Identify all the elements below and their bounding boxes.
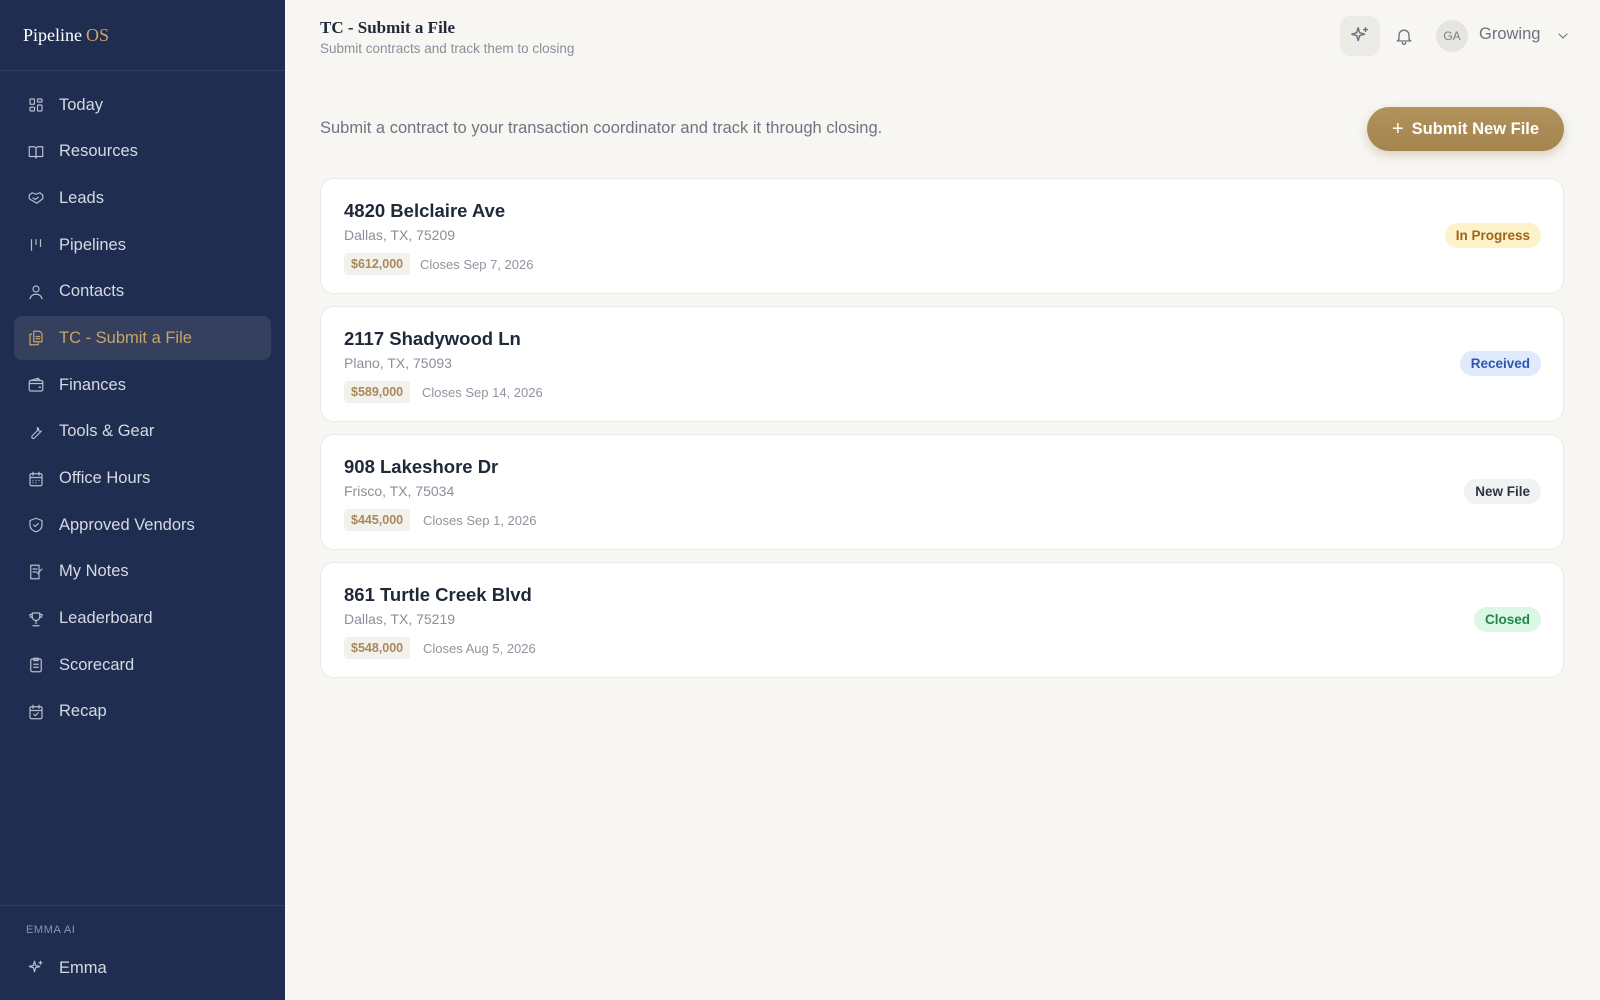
user-icon bbox=[27, 283, 45, 301]
sidebar-item-label: My Notes bbox=[59, 562, 129, 581]
file-card[interactable]: 908 Lakeshore Dr Frisco, TX, 75034 $445,… bbox=[320, 434, 1564, 550]
sidebar-item-recap[interactable]: Recap bbox=[14, 690, 271, 734]
book-icon bbox=[27, 143, 45, 161]
file-address: 4820 Belclaire Ave bbox=[344, 200, 506, 221]
sidebar-item-label: Contacts bbox=[59, 282, 125, 301]
submit-new-file-button[interactable]: + Submit New File bbox=[1367, 107, 1564, 151]
clipboard-icon bbox=[27, 656, 45, 674]
status-badge: New File bbox=[1464, 479, 1541, 504]
sidebar-item-tools-gear[interactable]: Tools & Gear bbox=[14, 410, 271, 454]
file-close-date: Closes Sep 1, 2026 bbox=[423, 513, 537, 528]
sidebar-item-today[interactable]: Today bbox=[14, 83, 271, 127]
sparkle-icon bbox=[27, 959, 45, 977]
sidebar-item-label: Emma bbox=[59, 958, 107, 977]
header-actions: GA Growing bbox=[1340, 16, 1600, 56]
file-city: Plano, TX, 75093 bbox=[344, 355, 452, 371]
file-city: Frisco, TX, 75034 bbox=[344, 483, 455, 499]
main-content: TC - Submit a File Submit contracts and … bbox=[285, 0, 1600, 1000]
brand-logo[interactable]: Pipeline OS bbox=[0, 0, 285, 71]
sidebar-item-label: Tools & Gear bbox=[59, 422, 155, 441]
page-header: TC - Submit a File Submit contracts and … bbox=[320, 18, 574, 56]
handshake-icon bbox=[27, 189, 45, 207]
ai-assistant-button[interactable] bbox=[1340, 16, 1380, 56]
sidebar-item-finances[interactable]: Finances bbox=[14, 363, 271, 407]
sidebar-item-contacts[interactable]: Contacts bbox=[14, 270, 271, 314]
bars-icon bbox=[27, 236, 45, 254]
intro-text: Submit a contract to your transaction co… bbox=[320, 119, 883, 137]
sidebar-item-label: Approved Vendors bbox=[59, 515, 195, 534]
sidebar-item-label: Leads bbox=[59, 188, 104, 207]
file-price: $548,000 bbox=[344, 637, 411, 659]
grid-icon bbox=[27, 96, 45, 114]
file-price: $445,000 bbox=[344, 509, 411, 531]
sidebar: Pipeline OS Today Resources Leads Pipeli… bbox=[0, 0, 285, 1000]
notifications-button[interactable] bbox=[1394, 26, 1414, 46]
sidebar-item-office-hours[interactable]: Office Hours bbox=[14, 457, 271, 501]
files-icon bbox=[27, 329, 45, 347]
user-menu-toggle[interactable] bbox=[1555, 28, 1571, 44]
sidebar-item-label: Resources bbox=[59, 142, 138, 161]
sidebar-nav: Today Resources Leads Pipelines Contacts… bbox=[0, 71, 285, 905]
sidebar-item-approved-vendors[interactable]: Approved Vendors bbox=[14, 503, 271, 547]
sidebar-item-my-notes[interactable]: My Notes bbox=[14, 550, 271, 594]
user-menu-name[interactable]: Growing bbox=[1479, 25, 1540, 44]
sidebar-item-label: Today bbox=[59, 95, 104, 114]
sidebar-item-emma[interactable]: Emma bbox=[14, 946, 271, 990]
page-title: TC - Submit a File bbox=[320, 18, 456, 37]
file-card[interactable]: 861 Turtle Creek Blvd Dallas, TX, 75219 … bbox=[320, 562, 1564, 678]
sidebar-item-label: Pipelines bbox=[59, 235, 126, 254]
shield-icon bbox=[27, 516, 45, 534]
sidebar-item-label: Recap bbox=[59, 702, 107, 721]
file-list: 4820 Belclaire Ave Dallas, TX, 75209 $61… bbox=[320, 178, 1564, 690]
file-close-date: Closes Aug 5, 2026 bbox=[423, 641, 536, 656]
file-address: 908 Lakeshore Dr bbox=[344, 456, 499, 477]
wallet-icon bbox=[27, 376, 45, 394]
brand-accent: OS bbox=[86, 24, 110, 45]
file-city: Dallas, TX, 75209 bbox=[344, 227, 456, 243]
file-city: Dallas, TX, 75219 bbox=[344, 611, 456, 627]
submit-new-file-label: Submit New File bbox=[1411, 119, 1540, 138]
file-close-date: Closes Sep 14, 2026 bbox=[422, 385, 543, 400]
chevron-down-icon bbox=[1558, 33, 1568, 39]
sidebar-item-resources[interactable]: Resources bbox=[14, 130, 271, 174]
notes-icon bbox=[27, 563, 45, 581]
sidebar-item-label: Office Hours bbox=[59, 469, 151, 487]
plus-icon: + bbox=[1391, 117, 1404, 140]
sidebar-item-label: Scorecard bbox=[59, 655, 135, 674]
sidebar-item-tc-submit-a-file[interactable]: TC - Submit a File bbox=[14, 316, 271, 361]
wrench-icon bbox=[27, 423, 45, 441]
sidebar-item-pipelines[interactable]: Pipelines bbox=[14, 223, 271, 267]
file-address: 2117 Shadywood Ln bbox=[344, 328, 521, 349]
file-price: $612,000 bbox=[344, 253, 411, 275]
sidebar-item-leads[interactable]: Leads bbox=[14, 176, 271, 220]
sparkle-icon bbox=[1351, 27, 1369, 42]
page-subtitle: Submit contracts and track them to closi… bbox=[320, 41, 575, 56]
status-badge: Closed bbox=[1473, 607, 1541, 632]
sidebar-footer: EMMA AI Emma bbox=[0, 905, 285, 1000]
sidebar-item-label: Finances bbox=[59, 375, 126, 394]
trophy-icon bbox=[27, 610, 45, 628]
sidebar-item-label: Leaderboard bbox=[59, 609, 153, 628]
file-price: $589,000 bbox=[344, 381, 411, 403]
file-address: 861 Turtle Creek Blvd bbox=[344, 584, 532, 605]
file-card[interactable]: 2117 Shadywood Ln Plano, TX, 75093 $589,… bbox=[320, 306, 1564, 422]
sidebar-item-scorecard[interactable]: Scorecard bbox=[14, 643, 271, 687]
file-card[interactable]: 4820 Belclaire Ave Dallas, TX, 75209 $61… bbox=[320, 178, 1564, 294]
calendar-icon bbox=[27, 470, 45, 488]
brand-name: Pipeline bbox=[23, 24, 82, 45]
calendar-check-icon bbox=[27, 703, 45, 721]
file-close-date: Closes Sep 7, 2026 bbox=[420, 257, 534, 272]
sidebar-item-label: TC - Submit a File bbox=[59, 328, 192, 347]
status-badge: In Progress bbox=[1444, 223, 1541, 248]
avatar[interactable]: GA bbox=[1436, 20, 1468, 52]
sidebar-item-leaderboard[interactable]: Leaderboard bbox=[14, 597, 271, 641]
bell-icon bbox=[1396, 29, 1412, 45]
status-badge: Received bbox=[1459, 351, 1541, 376]
emma-ai-label: EMMA AI bbox=[26, 924, 76, 936]
